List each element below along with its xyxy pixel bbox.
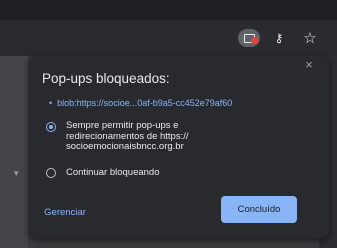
- manage-button[interactable]: Gerenciar: [36, 200, 94, 224]
- blocked-popup-url: blob:https://socioe...0af-b9a5-cc452e79a…: [57, 98, 233, 108]
- dialog-title: Pop-ups bloqueados:: [42, 71, 170, 86]
- keep-blocking-line: Continuar bloqueando: [66, 167, 160, 178]
- done-button[interactable]: Concluído: [221, 196, 297, 223]
- always-allow-line: socioemocionaisbncc.org.br: [66, 141, 184, 152]
- radio-keep-blocking[interactable]: [46, 168, 56, 178]
- omnibox-bar: [0, 20, 337, 56]
- blocked-badge: [251, 37, 258, 44]
- popups-blocked-dialog: × Pop-ups bloqueados: • blob:https://soc…: [29, 55, 329, 238]
- keep-blocking-label[interactable]: Continuar bloqueando: [66, 167, 160, 179]
- dropdown-arrow-icon: ▾: [14, 168, 19, 178]
- star-icon[interactable]: ☆: [302, 29, 318, 47]
- popup-blocked-icon[interactable]: [238, 29, 260, 47]
- page-left-panel: ▾: [0, 56, 28, 248]
- bullet: •: [49, 98, 58, 108]
- key-icon[interactable]: ⚷: [272, 29, 286, 47]
- always-allow-line: Sempre permitir pop-ups e: [66, 120, 179, 131]
- blocked-popup-link[interactable]: • blob:https://socioe...0af-b9a5-cc452e7…: [49, 98, 232, 108]
- close-icon[interactable]: ×: [303, 58, 315, 71]
- always-allow-label[interactable]: Sempre permitir pop-ups e redirecionamen…: [66, 120, 189, 153]
- radio-always-allow[interactable]: [46, 122, 56, 132]
